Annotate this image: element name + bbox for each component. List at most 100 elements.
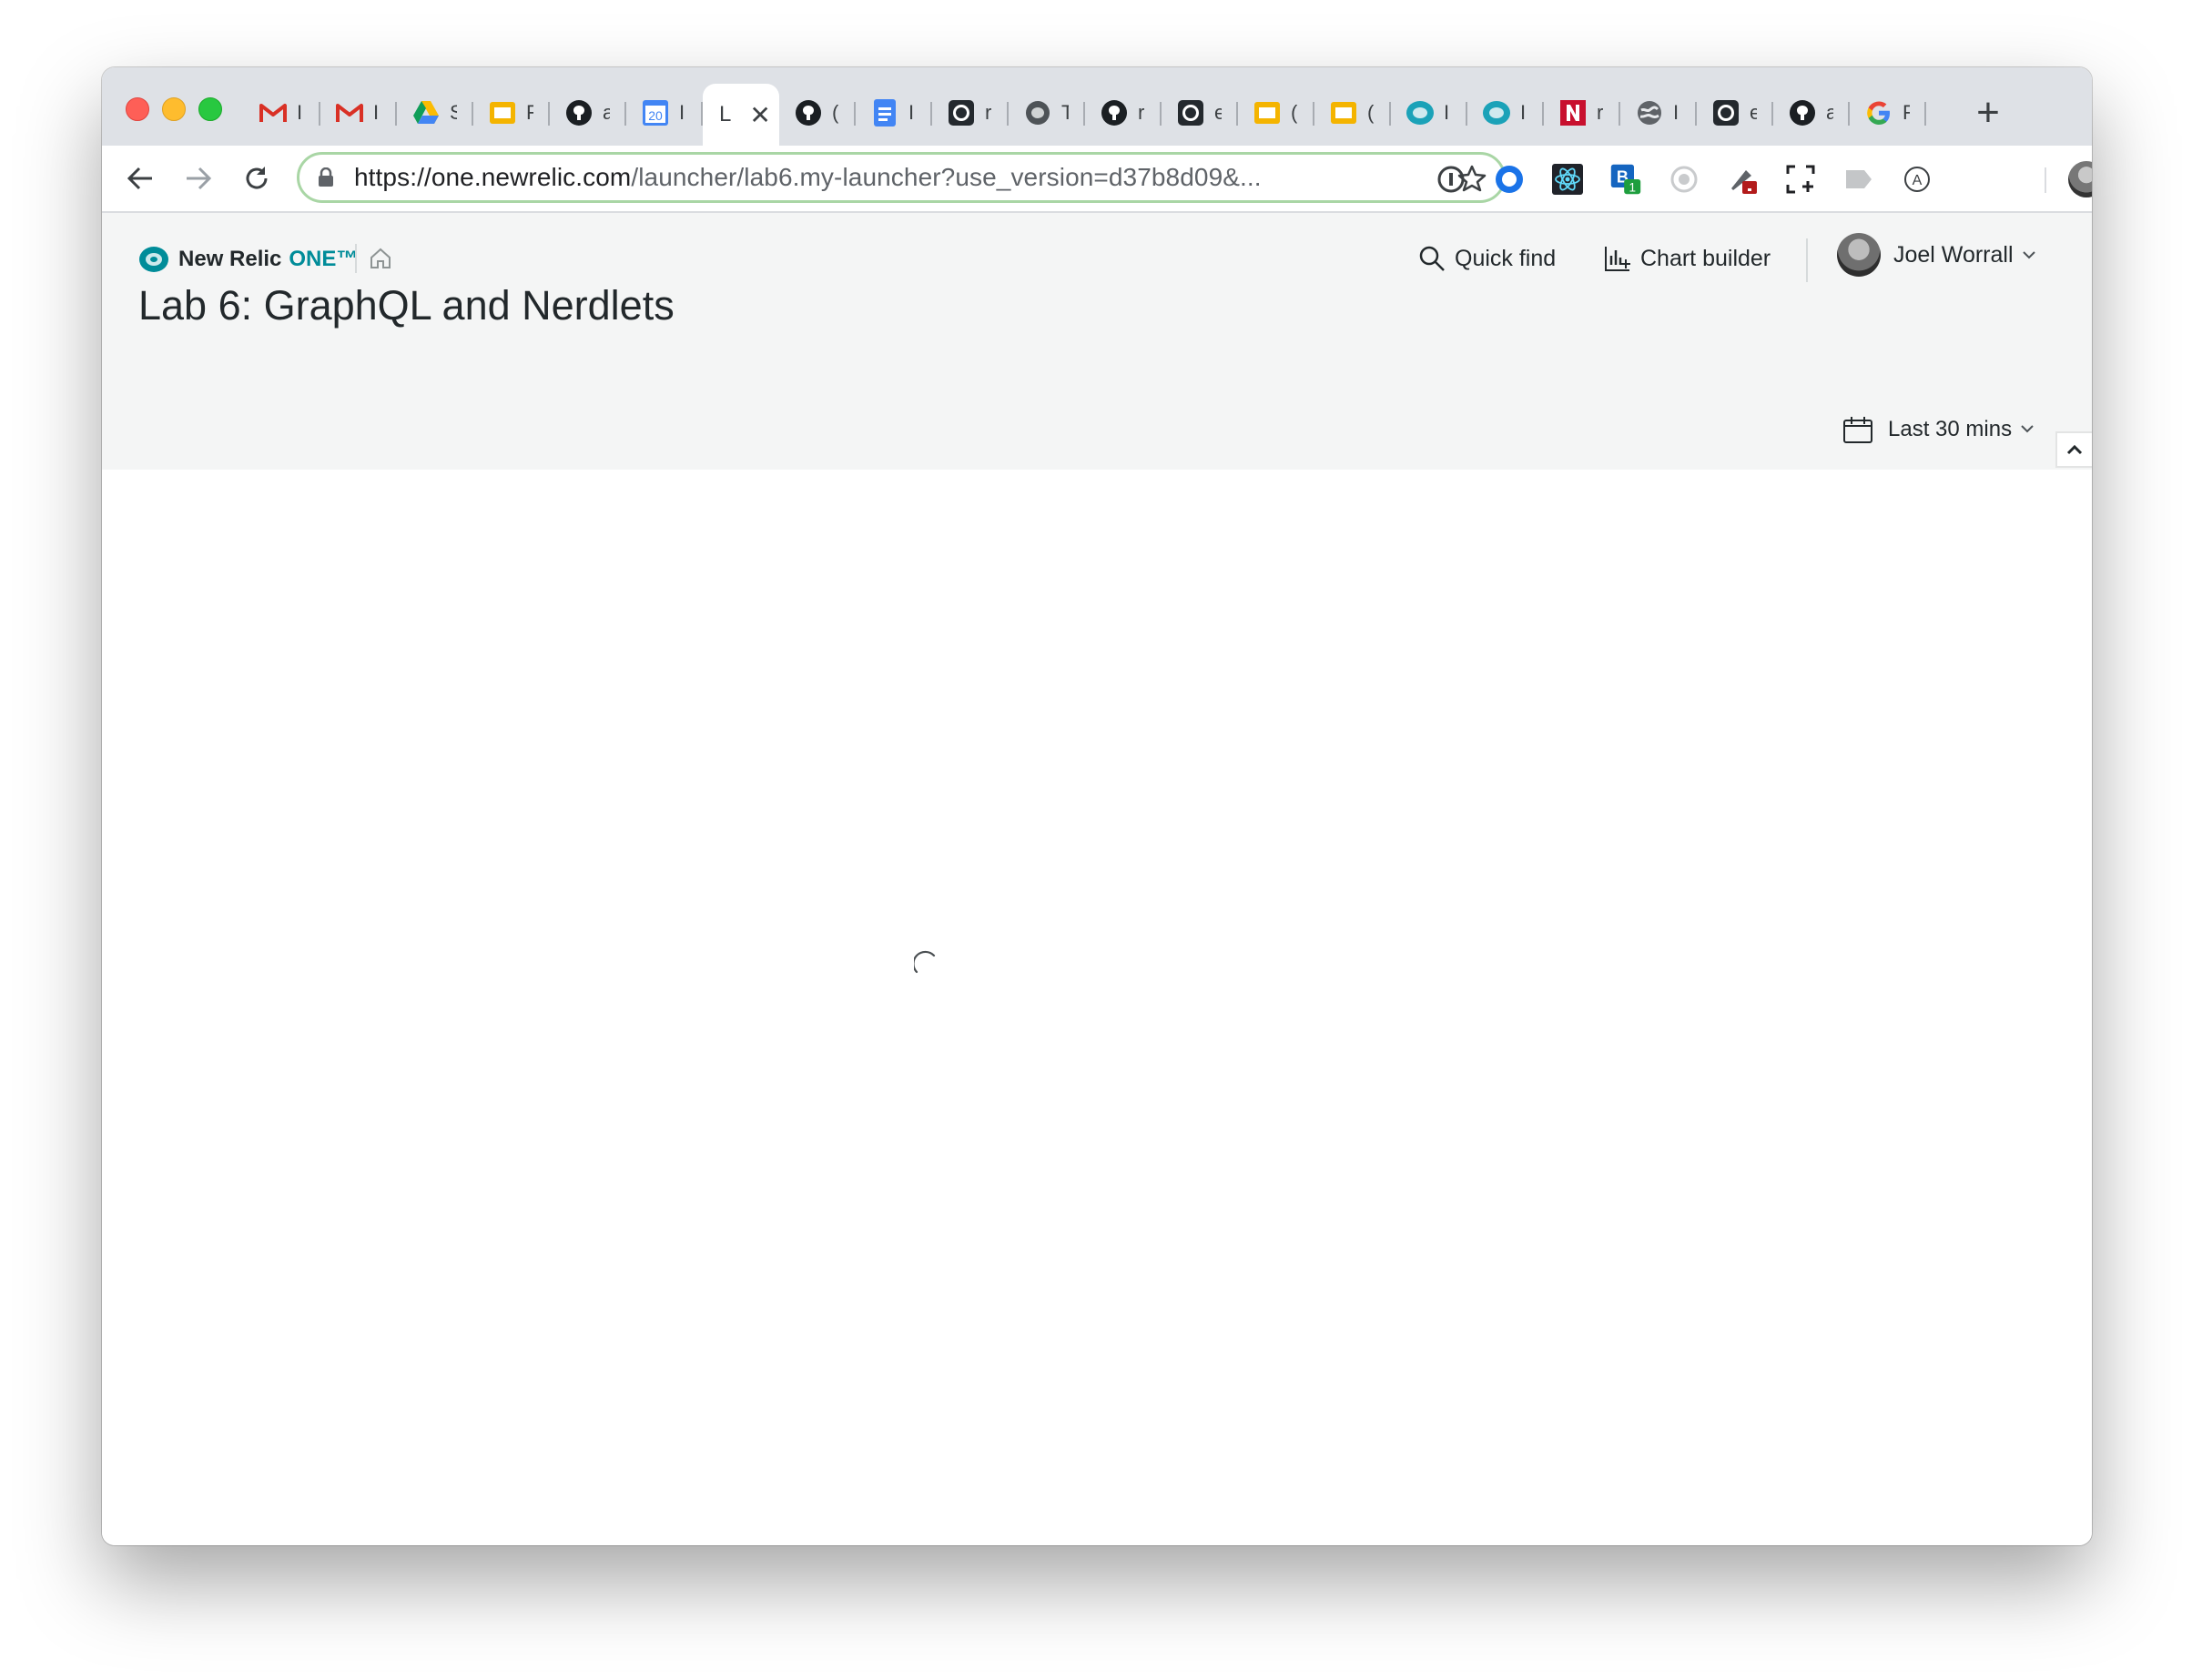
user-menu[interactable]: Joel Worrall <box>1893 242 2035 268</box>
tab-github-5[interactable]: e <box>1162 89 1238 137</box>
chevron-up-icon <box>2066 444 2083 455</box>
tab-google-calendar[interactable]: 20 I <box>626 89 703 137</box>
minimize-window-button[interactable] <box>162 97 186 121</box>
tab-google[interactable]: F <box>1850 89 1926 137</box>
tab-github-4[interactable]: r <box>1085 89 1162 137</box>
tab-title: I <box>908 101 915 124</box>
tab-title: I <box>679 101 685 124</box>
maximize-window-button[interactable] <box>198 97 222 121</box>
new-relic-logo-icon <box>139 247 168 272</box>
circle-extension-icon[interactable] <box>1493 163 1526 196</box>
github-octocat-icon <box>1176 98 1205 127</box>
gmail-icon <box>335 98 364 127</box>
lock-icon <box>318 167 340 188</box>
tab-title: e <box>1214 101 1222 124</box>
tab-github-7[interactable]: a <box>1773 89 1850 137</box>
screenshot-capture-icon[interactable] <box>1784 163 1817 196</box>
forward-arrow-icon[interactable] <box>180 160 217 197</box>
calendar-day: 20 <box>648 108 663 123</box>
tab-n-logo[interactable]: r <box>1544 89 1620 137</box>
tab-gmail-1[interactable]: I <box>244 89 320 137</box>
tab-strip: I I S F a 20 I L ✕ (I r T r e ((I I r… <box>102 67 2092 146</box>
newrelic-teal-icon <box>1406 98 1435 127</box>
github-icon <box>564 98 594 127</box>
tab-globe[interactable]: I <box>1620 89 1697 137</box>
url-text: https://one.newrelic.com/launcher/lab6.m… <box>354 163 1262 192</box>
nerdlet-content <box>102 470 2092 1545</box>
home-icon[interactable] <box>366 244 395 273</box>
extension-badge-count: 1 <box>1629 181 1636 195</box>
new-relic-logo[interactable]: New Relic ONE™ <box>138 246 358 273</box>
browser-toolbar: https://one.newrelic.com/launcher/lab6.m… <box>102 146 2092 213</box>
chart-builder-button[interactable]: Chart builder <box>1604 242 1771 275</box>
globe-icon <box>1635 98 1664 127</box>
close-window-button[interactable] <box>126 97 149 121</box>
time-picker[interactable]: Last 30 mins <box>1842 415 2034 444</box>
tab-title: F <box>1903 101 1910 124</box>
tab-newrelic-gray[interactable]: T <box>1009 89 1085 137</box>
tab-google-slides-2[interactable]: ( <box>1238 89 1314 137</box>
github-octocat-icon <box>947 98 976 127</box>
user-name: Joel Worrall <box>1893 242 2014 268</box>
back-arrow-icon[interactable] <box>122 160 158 197</box>
close-tab-icon[interactable]: ✕ <box>749 100 770 130</box>
browser-window: I I S F a 20 I L ✕ (I r T r e ((I I r… <box>102 67 2092 1545</box>
google-icon <box>1864 98 1893 127</box>
tab-github-2[interactable]: ( <box>779 89 856 137</box>
tab-github-1[interactable]: a <box>550 89 626 137</box>
tab-google-docs[interactable]: I <box>856 89 932 137</box>
github-icon <box>1788 98 1817 127</box>
chevron-down-icon <box>2022 248 2035 264</box>
tab-google-slides-1[interactable]: F <box>473 89 550 137</box>
profile-avatar[interactable] <box>2068 161 2092 197</box>
google-drive-icon <box>411 98 441 127</box>
circle-a-icon[interactable]: A <box>1901 163 1933 196</box>
tab-title: I <box>297 101 303 124</box>
tab-github-3[interactable]: r <box>932 89 1009 137</box>
tab-title: T <box>1061 101 1069 124</box>
newrelic-gray-icon <box>1023 98 1052 127</box>
gmail-icon <box>259 98 288 127</box>
quick-find-button[interactable]: Quick find <box>1418 242 1556 275</box>
chart-builder-label: Chart builder <box>1640 245 1771 271</box>
google-docs-icon <box>870 98 899 127</box>
tab-newrelic-1[interactable]: I <box>1391 89 1467 137</box>
tab-github-6[interactable]: e <box>1697 89 1773 137</box>
tab-title: I <box>1444 101 1450 124</box>
tab-gmail-2[interactable]: I <box>320 89 397 137</box>
bitwarden-badge-icon[interactable]: B1 <box>1609 163 1642 196</box>
react-devtools-icon[interactable] <box>1551 163 1584 196</box>
brand-suffix: ONE™ <box>289 247 359 271</box>
chevron-down-icon <box>2021 421 2034 438</box>
tab-title: I <box>1520 101 1527 124</box>
password-manager-icon[interactable] <box>1435 163 1467 196</box>
url-host: https://one.newrelic.com <box>354 163 632 191</box>
google-calendar-icon: 20 <box>641 98 670 127</box>
tag-extension-icon[interactable] <box>1842 163 1875 196</box>
tab-title: F <box>526 101 533 124</box>
tab-title: ( <box>832 101 839 124</box>
quick-find-label: Quick find <box>1455 245 1557 271</box>
user-avatar[interactable] <box>1837 233 1881 277</box>
calendar-icon <box>1843 417 1872 443</box>
loading-spinner-icon <box>914 950 936 974</box>
reload-icon[interactable] <box>238 160 275 197</box>
new-tab-button[interactable]: + <box>1964 89 2012 137</box>
tab-title: I <box>1673 101 1680 124</box>
eyedropper-icon[interactable] <box>1726 163 1759 196</box>
app-header: New Relic ONE™ Quick find Chart builder … <box>102 213 2092 470</box>
google-slides-icon <box>488 98 517 127</box>
tab-newrelic-2[interactable]: I <box>1467 89 1544 137</box>
address-bar[interactable]: https://one.newrelic.com/launcher/lab6.m… <box>297 152 1506 203</box>
google-slides-icon <box>1329 98 1358 127</box>
github-icon <box>794 98 823 127</box>
collapse-header-button[interactable] <box>2055 431 2092 468</box>
tab-title: r <box>985 101 992 124</box>
page-title: Lab 6: GraphQL and Nerdlets <box>138 282 675 329</box>
tab-active-newrelic[interactable]: L ✕ <box>703 84 779 146</box>
n-logo-red-icon <box>1558 98 1588 127</box>
faded-camera-icon[interactable] <box>1668 163 1700 196</box>
svg-text:A: A <box>1913 173 1923 188</box>
tab-google-slides-3[interactable]: ( <box>1314 89 1391 137</box>
tab-google-drive[interactable]: S <box>397 89 473 137</box>
